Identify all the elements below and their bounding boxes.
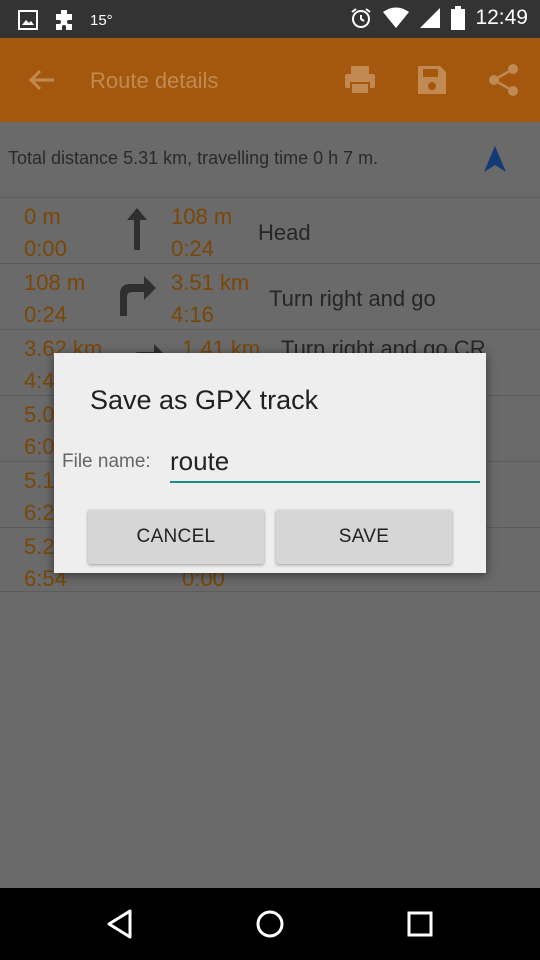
route-summary: Total distance 5.31 km, travelling time … <box>8 148 379 168</box>
segment-time: 4:16 <box>171 302 214 327</box>
segment-distance: 108 m <box>171 204 233 229</box>
print-button[interactable] <box>342 62 378 98</box>
status-bar: 15° 12:49 <box>0 0 540 38</box>
save-button[interactable]: SAVE <box>276 510 452 564</box>
back-triangle-icon <box>107 909 132 939</box>
file-name-input[interactable] <box>170 441 480 483</box>
cumulative-time: 4:4 <box>24 368 55 393</box>
app-bar: Route details <box>0 38 540 122</box>
nav-recents-button[interactable] <box>400 904 440 944</box>
back-arrow-icon <box>28 69 54 91</box>
clock-text: 12:49 <box>475 6 528 29</box>
cumulative-time: 6:0 <box>24 434 55 459</box>
image-icon <box>18 10 38 30</box>
divider <box>0 591 540 592</box>
alarm-icon <box>351 8 372 28</box>
share-icon <box>489 64 518 96</box>
cumulative-time: 0:24 <box>24 302 67 327</box>
system-nav-bar <box>0 888 540 960</box>
save-icon <box>418 66 446 94</box>
straight-arrow-icon <box>127 208 147 250</box>
nav-back-button[interactable] <box>100 904 140 944</box>
print-icon <box>345 66 375 95</box>
cumulative-distance: 5.0 <box>24 402 55 427</box>
recents-square-icon <box>407 911 433 937</box>
instruction-text: Turn right and go <box>269 286 436 311</box>
segment-distance: 3.51 km <box>171 270 250 295</box>
cumulative-distance: 0 m <box>24 204 61 229</box>
navigation-arrow-icon <box>484 146 506 172</box>
cumulative-distance: 5.2 <box>24 534 55 559</box>
file-name-label: File name: <box>62 451 151 472</box>
battery-icon <box>451 6 466 30</box>
signal-icon <box>420 8 441 28</box>
save-toolbar-button[interactable] <box>414 62 450 98</box>
back-button[interactable] <box>22 60 62 100</box>
cancel-button[interactable]: CANCEL <box>88 510 264 564</box>
puzzle-icon <box>56 10 72 30</box>
save-gpx-dialog: Save as GPX track File name: CANCEL SAVE <box>54 353 486 573</box>
share-button[interactable] <box>486 62 522 98</box>
dialog-title: Save as GPX track <box>90 385 319 415</box>
temperature-text: 15° <box>90 11 113 29</box>
navigate-button[interactable] <box>480 144 510 174</box>
route-row[interactable]: 0 m 0:00 108 m 0:24 Head <box>0 198 540 264</box>
wifi-icon <box>383 7 410 28</box>
instruction-text: Head <box>258 220 311 245</box>
home-circle-icon <box>256 910 284 938</box>
segment-time: 0:24 <box>171 236 214 261</box>
cumulative-distance: 108 m <box>24 270 86 295</box>
page-title: Route details <box>90 68 219 93</box>
turn-right-icon <box>120 276 156 316</box>
cumulative-distance: 5.1 <box>24 468 55 493</box>
cumulative-time: 0:00 <box>24 236 67 261</box>
cumulative-time: 6:2 <box>24 500 55 525</box>
nav-home-button[interactable] <box>250 904 290 944</box>
route-row[interactable]: 108 m 0:24 3.51 km 4:16 Turn right and g… <box>0 264 540 330</box>
